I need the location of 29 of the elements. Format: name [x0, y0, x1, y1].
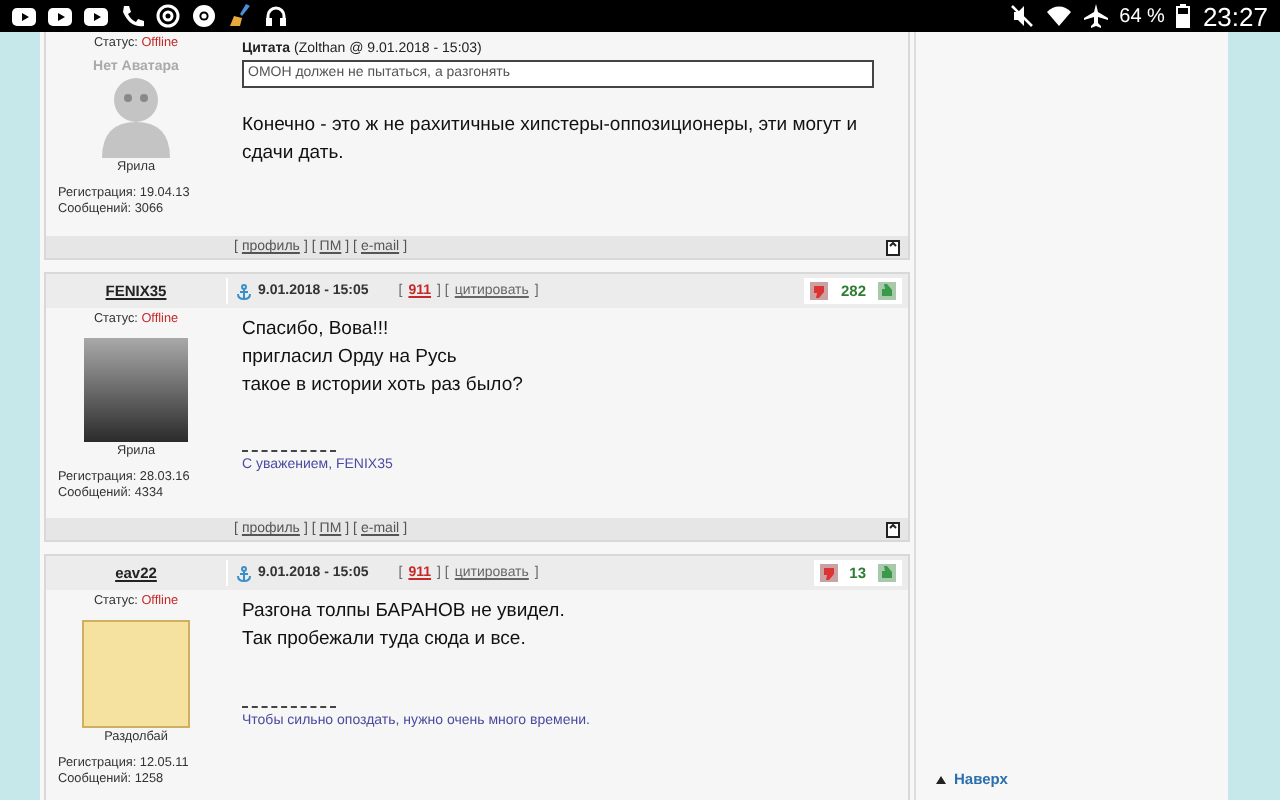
headphones-icon: [264, 4, 288, 28]
up-arrow-icon: [936, 775, 946, 783]
post-text: Разгона толпы БАРАНОВ не увидел.: [242, 598, 565, 626]
photo-placeholder: [84, 338, 188, 442]
post-text: такое в истории хоть раз было?: [242, 371, 523, 399]
brush-icon: [228, 4, 252, 28]
post-text: пригласил Орду на Русь: [242, 343, 457, 372]
clock-time: 23:27: [1202, 1, 1268, 31]
play-button-icon: [84, 5, 108, 27]
airplane-icon: [1083, 4, 1108, 28]
post-text: Спасибо, Вова!!!: [242, 316, 389, 344]
battery-percentage: 64 %: [1119, 5, 1165, 27]
anchor-icon: [236, 565, 252, 581]
thumbs-up-icon: [878, 564, 896, 582]
thumbs-up-icon: [878, 282, 896, 300]
play-button-icon: [48, 5, 72, 27]
post-text: Так пробежали туда сюда и все.: [242, 625, 526, 654]
wifi-icon: [1045, 4, 1072, 28]
expand-icon: [886, 239, 900, 255]
expand-icon: [886, 521, 900, 537]
battery-icon: [1176, 4, 1191, 28]
anchor-icon: [236, 283, 252, 299]
thumbs-down-icon: [810, 282, 829, 300]
mute-icon: [1009, 4, 1034, 28]
thumbs-down-icon: [819, 564, 838, 582]
play-button-icon: [12, 5, 36, 27]
phone-icon: [120, 4, 144, 28]
post-text: Конечно - это ж не рахитичные хипстеры-оппозиционеры, эти могут и сдачи дать.: [242, 112, 860, 168]
avatar-picture-placeholder: [82, 620, 190, 728]
